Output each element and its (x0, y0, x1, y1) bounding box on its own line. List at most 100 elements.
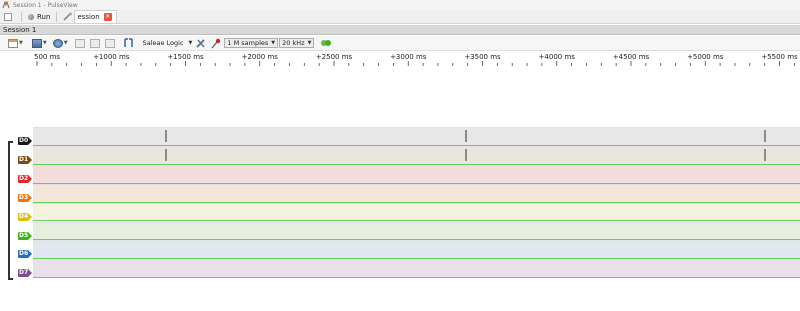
zoom-out-button[interactable] (89, 38, 100, 49)
label-arrow-icon (28, 212, 32, 221)
label-arrow-icon (28, 250, 32, 259)
configure-device-button[interactable] (195, 38, 207, 49)
sample-rate-value: 20 kHz (282, 39, 305, 47)
cursor-button[interactable] (123, 38, 134, 49)
channel-label-d0[interactable]: D0 (18, 137, 33, 145)
channel-label-d4[interactable]: D4 (18, 212, 33, 221)
channel-trace-d0[interactable] (33, 127, 800, 146)
ruler-tick-label: 500 ms (34, 53, 60, 61)
run-button[interactable]: Run (28, 13, 50, 21)
channel-name: D7 (18, 269, 29, 278)
channel-label-d6[interactable]: D6 (18, 250, 33, 259)
run-label: Run (37, 12, 51, 21)
chevron-down-icon: ▼ (271, 40, 276, 46)
channel-trace-d6[interactable] (33, 240, 800, 260)
cursor-icon (123, 38, 133, 47)
add-decoder-menu-button[interactable]: ▼ (52, 38, 68, 49)
signal-edge-marker (764, 130, 767, 142)
channel-label-d3[interactable]: D3 (18, 193, 33, 202)
probe-config-button[interactable] (211, 38, 221, 49)
channel-name: D6 (18, 250, 29, 259)
ruler-tick-label: +5500 ms (761, 53, 798, 61)
channel-trace-d3[interactable] (33, 183, 800, 203)
channel-trace-d7[interactable] (33, 259, 800, 279)
open-menu-button[interactable]: ▼ (8, 38, 23, 49)
pulseview-logo-icon (2, 0, 10, 9)
zoom-in-icon (74, 38, 85, 48)
channel-name: D4 (18, 212, 29, 221)
sample-count-select[interactable]: 1 M samples ▼ (224, 38, 279, 48)
channel-name: D3 (18, 193, 29, 202)
save-icon (31, 38, 42, 48)
ruler-tick-label: +4000 ms (539, 53, 576, 61)
channel-trace-d4[interactable] (33, 202, 800, 222)
channel-name: D2 (18, 174, 29, 183)
tab-session[interactable]: ession ✕ (74, 10, 117, 23)
trace-view[interactable] (33, 69, 800, 311)
channel-trace-d1[interactable] (33, 145, 800, 165)
channel-trace-d2[interactable] (33, 164, 800, 184)
device-label: Saleae Logic (142, 39, 184, 47)
ruler-tick-label: +3500 ms (464, 53, 501, 61)
label-arrow-icon (28, 155, 32, 164)
new-session-icon[interactable] (62, 12, 73, 22)
main-menu-button[interactable] (4, 12, 12, 21)
window-title: Session 1 - PulseView (13, 1, 78, 9)
chevron-down-icon: ▼ (307, 40, 312, 46)
channel-group-bracket (8, 141, 13, 280)
channel-name: D5 (18, 231, 29, 240)
signal-edge-marker (464, 130, 467, 142)
ruler-tick-label: +3000 ms (390, 53, 427, 61)
zoom-fit-icon (104, 38, 115, 48)
label-arrow-icon (28, 231, 32, 240)
time-ruler[interactable]: 500 ms +1000 ms +1500 ms +2000 ms +2500 ms +3… (33, 51, 800, 69)
chevron-down-icon: ▼ (188, 40, 193, 46)
zoom-out-icon (89, 38, 100, 48)
signal-edge-marker (764, 148, 767, 161)
label-arrow-icon (28, 269, 32, 278)
device-selector[interactable]: Saleae Logic ▼ (143, 39, 193, 47)
connect-icon (52, 38, 63, 48)
session-tab-bar: Run ession ✕ (0, 10, 800, 24)
channel-label-d1[interactable]: D1 (18, 155, 33, 164)
sample-count-value: 1 M samples (227, 39, 269, 47)
run-acquisition-button[interactable] (320, 38, 332, 49)
close-tab-icon[interactable]: ✕ (103, 13, 112, 21)
ruler-tick-label: +5000 ms (687, 53, 724, 61)
label-arrow-icon (28, 193, 32, 202)
channel-label-d5[interactable]: D5 (18, 231, 33, 240)
zoom-in-button[interactable] (74, 38, 85, 49)
main-toolbar: ▼ ▼ ▼ Saleae Logic ▼ 1 M samples ▼ 20 kHz ▼ (0, 36, 800, 51)
ruler-tick-label: +1000 ms (93, 53, 130, 61)
channel-trace-d5[interactable] (33, 221, 800, 241)
run-indicator-icon (28, 13, 34, 20)
connected-led-icon (321, 40, 332, 46)
divider (21, 11, 22, 22)
channel-name: D0 (18, 137, 29, 145)
signal-low-line (33, 277, 800, 279)
ruler-tick-label: +4500 ms (613, 53, 650, 61)
chevron-down-icon: ▼ (42, 40, 47, 46)
zoom-fit-button[interactable] (104, 38, 115, 49)
ruler-graphic: 500 ms +1000 ms +1500 ms +2000 ms +2500 ms +3… (34, 53, 798, 66)
divider (56, 11, 58, 22)
sample-rate-select[interactable]: 20 kHz ▼ (279, 38, 315, 48)
signal-edge-marker (164, 148, 167, 161)
channel-label-d7[interactable]: D7 (18, 269, 33, 278)
tab-session-label: ession (77, 13, 100, 21)
channel-name: D1 (18, 155, 29, 164)
ruler-tick-label: +1500 ms (167, 53, 204, 61)
label-arrow-icon (28, 137, 32, 145)
document-icon (8, 38, 18, 48)
ruler-tick-label: +2000 ms (242, 53, 279, 61)
save-menu-button[interactable]: ▼ (31, 38, 47, 49)
probe-icon (211, 38, 221, 48)
signal-edge-marker (464, 148, 467, 161)
chevron-down-icon: ▼ (63, 40, 68, 46)
session-header: Session 1 (0, 25, 800, 35)
ruler-tick-label: +2500 ms (316, 53, 353, 61)
channel-label-d2[interactable]: D2 (18, 174, 33, 183)
signal-edge-marker (164, 130, 167, 142)
title-bar: Session 1 - PulseView (0, 0, 800, 10)
tools-icon (196, 38, 206, 48)
